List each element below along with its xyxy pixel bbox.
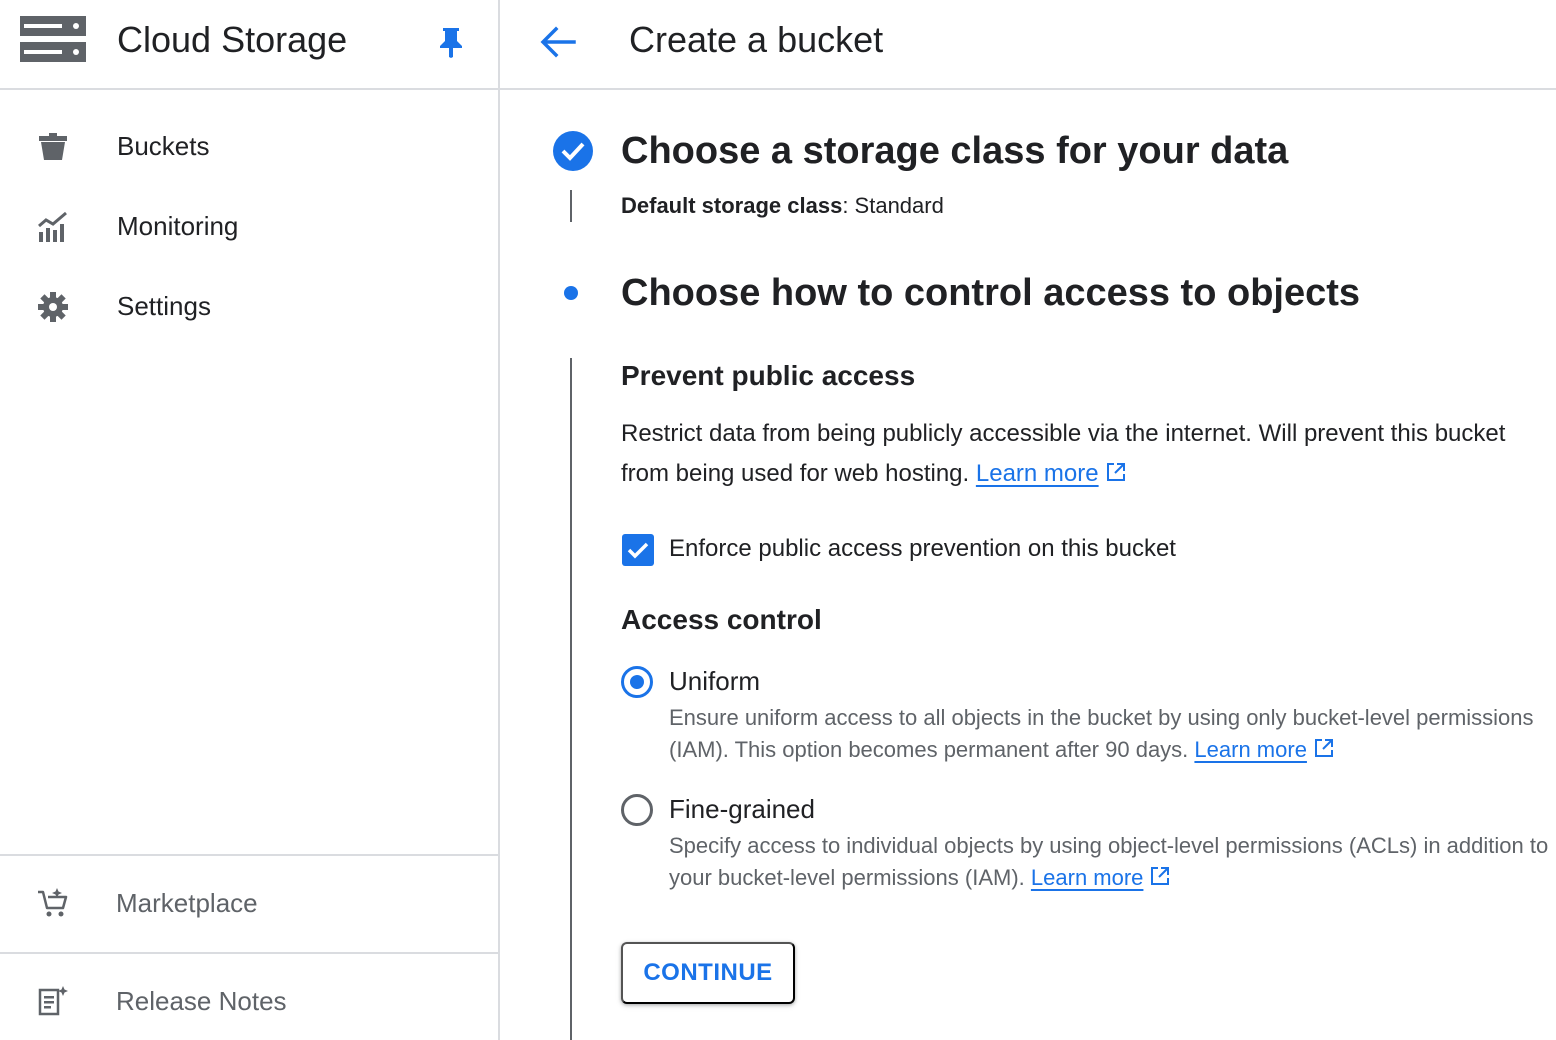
section-title-prevent-public-access: Prevent public access: [621, 360, 916, 391]
sidebar-nav: Buckets Monitoring Settings: [0, 106, 498, 346]
sidebar-item-buckets[interactable]: Buckets: [0, 106, 498, 186]
main-content: Create a bucket Choose a storage class f…: [500, 0, 1556, 1040]
monitoring-icon: [38, 211, 67, 242]
sidebar-item-settings[interactable]: Settings: [0, 266, 498, 346]
radio-label-fine-grained[interactable]: Fine-grained: [669, 794, 815, 825]
sidebar-item-label: Buckets: [117, 130, 210, 161]
sidebar-item-label: Monitoring: [117, 210, 239, 241]
external-link-icon: [1106, 463, 1125, 481]
pin-icon[interactable]: [438, 26, 464, 58]
release-notes-icon: [38, 986, 68, 1016]
radio-uniform[interactable]: [621, 666, 653, 698]
gear-icon: [38, 292, 68, 322]
summary-value: Standard: [854, 193, 944, 218]
continue-button[interactable]: CONTINUE: [621, 942, 795, 1004]
sidebar-header: Cloud Storage: [0, 0, 498, 90]
external-link-icon: [1151, 867, 1170, 885]
description-text: Ensure uniform access to all objects in …: [669, 705, 1534, 762]
step-summary: Default storage class: Standard: [621, 192, 944, 220]
stepper-line: [570, 190, 572, 222]
external-link-icon: [1314, 739, 1333, 757]
section-title-access-control: Access control: [621, 604, 822, 635]
sidebar-item-monitoring[interactable]: Monitoring: [0, 186, 498, 266]
learn-more-link[interactable]: Learn more: [1194, 737, 1307, 762]
marketplace-cart-icon: [38, 888, 68, 917]
checkbox-label[interactable]: Enforce public access prevention on this…: [669, 535, 1176, 563]
arrow-back-icon[interactable]: [536, 20, 580, 64]
summary-separator: :: [842, 193, 855, 218]
step-title-access-control: Choose how to control access to objects: [621, 272, 1361, 314]
page-title: Create a bucket: [629, 19, 884, 60]
step-active-dot: [564, 286, 578, 300]
product-title: Cloud Storage: [117, 19, 348, 60]
storage-logo-icon: [20, 16, 86, 62]
learn-more-link[interactable]: Learn more: [1031, 865, 1144, 890]
learn-more-link[interactable]: Learn more: [976, 460, 1099, 487]
page-header: Create a bucket: [500, 0, 1556, 90]
stepper-line: [570, 358, 572, 1040]
checkmark-icon: [627, 542, 649, 559]
sidebar-item-label: Marketplace: [116, 888, 258, 918]
summary-label: Default storage class: [621, 193, 843, 218]
step-title-storage-class[interactable]: Choose a storage class for your data: [621, 128, 1288, 174]
enforce-public-access-checkbox[interactable]: [622, 534, 654, 566]
sidebar: Cloud Storage Buckets Monitoring Setting…: [0, 0, 500, 1040]
radio-description-uniform: Ensure uniform access to all objects in …: [669, 702, 1549, 766]
sidebar-item-release-notes[interactable]: Release Notes: [0, 954, 498, 1040]
check-circle-icon: [553, 131, 593, 171]
radio-label-uniform[interactable]: Uniform: [669, 666, 760, 697]
radio-fine-grained[interactable]: [621, 794, 653, 826]
sidebar-item-label: Release Notes: [116, 986, 287, 1016]
sidebar-item-label: Settings: [117, 290, 211, 321]
section-description: Restrict data from being publicly access…: [621, 414, 1531, 494]
app-window: Cloud Storage Buckets Monitoring Setting…: [0, 0, 1556, 1040]
bucket-icon: [39, 133, 67, 160]
sidebar-item-marketplace[interactable]: Marketplace: [0, 856, 498, 952]
radio-description-fine-grained: Specify access to individual objects by …: [669, 830, 1549, 894]
